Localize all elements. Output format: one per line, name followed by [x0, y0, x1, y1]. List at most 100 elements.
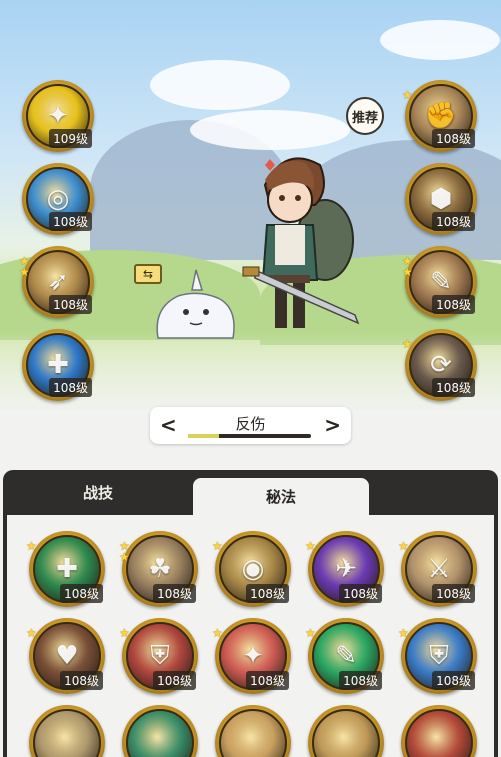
heart-shield-icon: ♥	[55, 641, 79, 671]
skill-orb[interactable]: ◎ 108级	[22, 163, 94, 235]
star-rating: ★	[26, 626, 37, 640]
skill-orb[interactable]: ⛨ 108级 ★	[398, 618, 477, 694]
skill-orb[interactable]: ⟳ 108级 ★	[402, 329, 477, 401]
skill-orb[interactable]: ✎ 108级 ★ ★	[402, 246, 477, 318]
skill-orb[interactable]: ✚ 108级	[22, 329, 94, 401]
skill-orb[interactable]	[401, 705, 477, 757]
skill-orb[interactable]: ✈ 108级 ★	[305, 531, 384, 607]
cloud	[150, 60, 290, 110]
skill-orb[interactable]: ♥ 108级 ★	[26, 618, 105, 694]
skill-level-label: 108级	[49, 212, 92, 231]
tab-combat-skills[interactable]: 战技	[3, 470, 193, 515]
skill-orb[interactable]: ⛨ 108级 ★	[119, 618, 198, 694]
skill-orb[interactable]: ✎ 108级 ★	[305, 618, 384, 694]
eye-icon: ◉	[241, 554, 265, 584]
preset-progress-fill	[188, 434, 219, 438]
hero-character	[242, 157, 360, 328]
fist-icon: ✊	[424, 101, 458, 131]
star-icon: ★	[402, 337, 413, 351]
recommend-button[interactable]: 推荐	[346, 97, 384, 135]
blue-ring-icon: ◎	[46, 184, 70, 214]
skill-orb-face	[405, 709, 473, 757]
star-icon: ★	[402, 265, 413, 279]
skill-level-label: 108级	[60, 671, 103, 690]
skill-level-label: 108级	[246, 671, 289, 690]
skill-orb[interactable]: ⚔ 108级 ★	[398, 531, 477, 607]
star-icon: ★	[119, 550, 130, 564]
green-blade-icon: ✎	[335, 641, 357, 671]
cloud	[380, 20, 500, 60]
star-icon: ★	[212, 626, 223, 640]
star-rating: ★ ★	[119, 540, 130, 564]
skill-orb[interactable]: ✦ 109级	[22, 80, 94, 152]
skill-level-label: 108级	[339, 671, 382, 690]
skill-orb[interactable]	[29, 705, 105, 757]
cloud	[190, 110, 350, 150]
skill-orb[interactable]: ✚ 108级 ★	[26, 531, 105, 607]
star-rating: ★	[305, 539, 316, 553]
blue-burst-icon: ✚	[47, 350, 69, 380]
purple-dash-icon: ✈	[335, 554, 357, 584]
star-icon: ★	[402, 88, 413, 102]
skill-orb[interactable]: ✦ 108级 ★	[212, 618, 291, 694]
preset-progress-bar	[188, 434, 311, 438]
swap-pet-button[interactable]: ⇆	[134, 264, 162, 284]
star-rating: ★	[398, 539, 409, 553]
armor-icon: ⬢	[429, 184, 453, 214]
star-rating: ★ ★	[19, 255, 30, 279]
star-rating: ★	[398, 627, 409, 639]
skill-orb-face	[126, 709, 194, 757]
skill-orb[interactable]: ⬢ 108级	[405, 163, 477, 235]
skill-level-label: 108级	[432, 212, 475, 231]
wind-slash-icon: ➶	[47, 267, 69, 297]
skill-orb[interactable]: ✊ 108级 ★	[402, 80, 477, 152]
blue-shield-icon: ⛨	[429, 641, 449, 671]
skill-orb[interactable]: ☘ 108级 ★ ★	[119, 531, 198, 607]
star-icon: ★	[26, 626, 37, 640]
star-rating: ★	[212, 626, 223, 640]
sword-up-icon: ⚔	[427, 554, 451, 584]
star-rating: ★	[212, 540, 223, 552]
skill-level-label: 108级	[432, 295, 475, 314]
skill-level-label: 108级	[432, 584, 475, 603]
star-rating: ★	[26, 539, 37, 553]
preset-name: 反伤	[235, 415, 266, 433]
star-icon: ★	[305, 626, 316, 640]
skill-level-label: 108级	[432, 129, 475, 148]
pet-companion	[156, 269, 235, 339]
skill-preset-selector: < 反伤 >	[150, 407, 351, 444]
skill-orb[interactable]	[215, 705, 291, 757]
buff-group-icon: ☘	[148, 554, 172, 584]
skill-level-label: 108级	[246, 584, 289, 603]
skill-level-label: 108级	[432, 378, 475, 397]
skill-level-label: 108级	[432, 671, 475, 690]
star-icon: ★	[26, 539, 37, 553]
star-icon: ★	[119, 626, 130, 640]
star-icon: ★	[305, 539, 316, 553]
star-rating: ★	[305, 626, 316, 640]
star-rating: ★ ★	[402, 255, 413, 279]
skill-orb[interactable]	[122, 705, 198, 757]
star-icon: ★	[398, 539, 409, 553]
tab-arcane-skills[interactable]: 秘法	[193, 478, 369, 515]
shield-spin-icon: ⟳	[430, 350, 452, 380]
star-rating: ★	[402, 337, 413, 351]
skill-level-label: 108级	[153, 584, 196, 603]
skill-level-label: 108级	[60, 584, 103, 603]
skill-level-label: 108级	[49, 295, 92, 314]
skill-orb[interactable]: ➶ 108级 ★ ★	[19, 246, 94, 318]
skill-grid: ✚ 108级 ★ ☘ 108级 ★ ★ ◉ 108级 ★ ✈ 108级 ★ ⚔ 108级 ★ ♥ 108级 ★ ⛨ 10…	[7, 515, 494, 757]
skill-panel: 战技 秘法 ✚ 108级 ★ ☘ 108级 ★ ★ ◉ 108级 ★ ✈ 108级 ★ ⚔ 108级 ★ ♥ 10…	[3, 470, 498, 757]
blade-strike-icon: ✎	[430, 267, 452, 297]
skill-orb-face	[219, 709, 287, 757]
gold-crystal-icon: ✦	[47, 101, 69, 131]
red-shield-icon: ⛨	[150, 641, 170, 671]
star-icon: ★	[19, 265, 30, 279]
skill-orb-face	[312, 709, 380, 757]
skill-orb[interactable]: ◉ 108级 ★	[212, 531, 291, 607]
skill-orb-face	[33, 709, 101, 757]
skill-orb[interactable]	[308, 705, 384, 757]
next-preset-button[interactable]: >	[324, 413, 341, 437]
star-rating: ★	[119, 626, 130, 640]
skill-level-label: 109级	[49, 129, 92, 148]
